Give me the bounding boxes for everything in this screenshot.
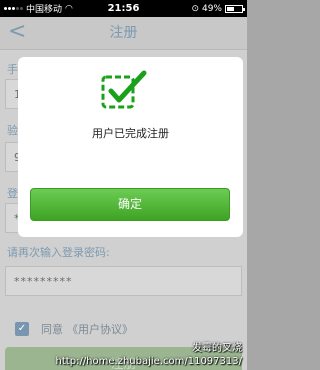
confirm-password-label: 请再次输入登录密码: [7,246,110,259]
agree-label: 同意 [41,323,63,336]
dialog-message: 用户已完成注册 [92,127,169,140]
nav-bar: < 注册 [0,17,247,50]
watermark: 发霉的叉烧 http://home.zhubajie.com/11097313/ [56,342,242,368]
confirm-password-field[interactable]: ********* [5,266,242,296]
page-title: 注册 [109,25,138,41]
carrier-label: 中国移动 [26,5,63,15]
rotation-lock-icon: ⊙ [191,3,199,14]
battery-icon [225,4,245,13]
check-icon [101,70,147,109]
wifi-icon: ◠ [65,3,73,14]
user-agreement-link[interactable]: 《用户协议》 [67,321,133,337]
success-dialog: 用户已完成注册 确定 [18,57,243,237]
status-bar: 中国移动 ◠ 21:56 ⊙ 49% [0,0,247,17]
confirm-password-value: ********* [14,275,73,288]
watermark-author: 发霉的叉烧 [192,343,242,354]
confirm-button[interactable]: 确定 [30,188,230,221]
password-label: 登 [7,187,18,200]
watermark-url: http://home.zhubajie.com/11097313/ [55,356,242,367]
battery-percent: 49% [201,3,222,14]
agree-checkbox[interactable]: ✓ [15,322,29,336]
signal-icon [4,7,23,10]
phone-label: 手 [7,63,18,76]
code-label: 验 [7,124,18,137]
agree-row: ✓ 同意 《用户协议》 [15,321,133,337]
